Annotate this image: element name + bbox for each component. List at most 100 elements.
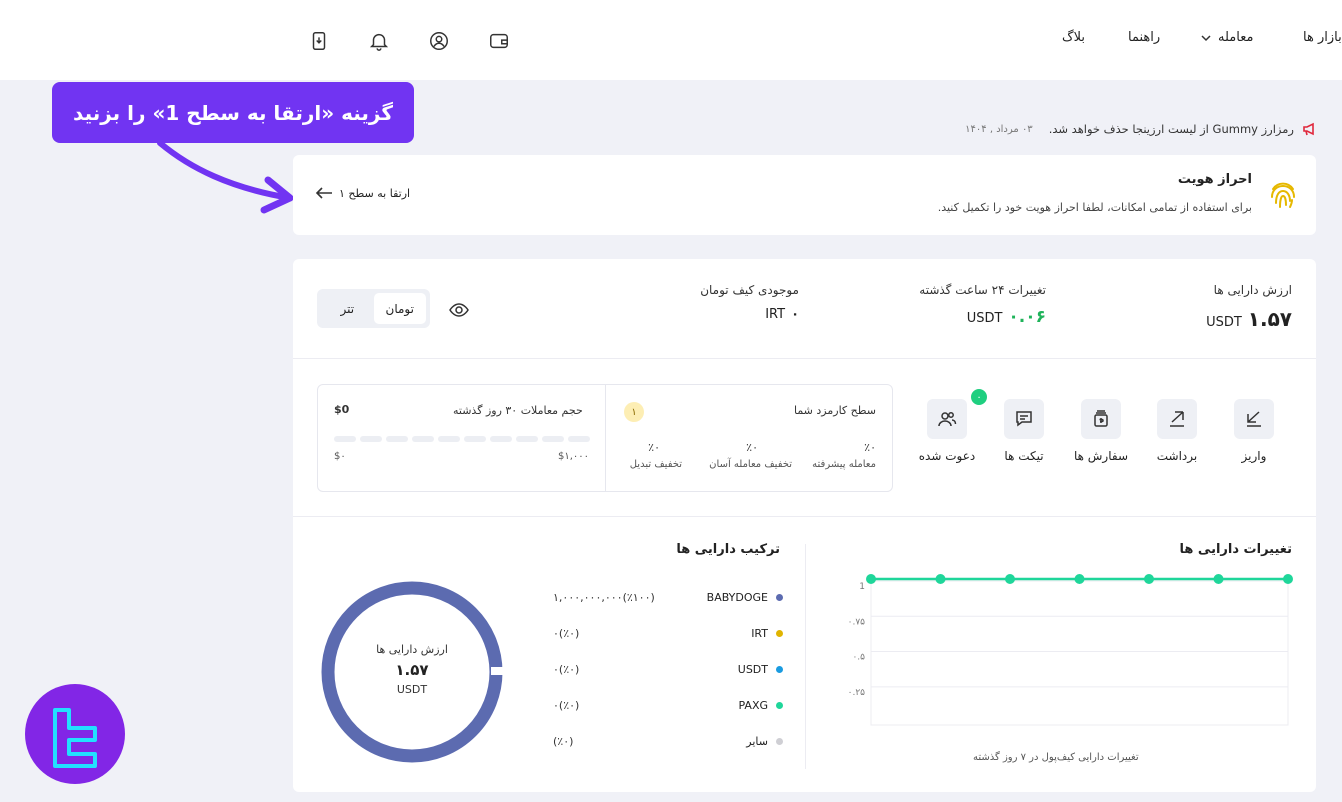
fingerprint-icon <box>1271 182 1295 208</box>
change-24h-stat: تغییرات ۲۴ ساعت گذشته ۰.۰۶ USDT <box>919 283 1046 327</box>
legend-item: (٪۰) سایر <box>553 735 783 751</box>
identity-verification-card: احراز هویت برای استفاده از تمامی امکانات… <box>293 155 1316 235</box>
user-profile-icon[interactable] <box>428 30 450 52</box>
invited-label: دعوت شده <box>918 449 976 463</box>
kyc-description: برای استفاده از تمامی امکانات، لطفا احرا… <box>937 201 1252 214</box>
composition-title: ترکیب دارایی ها <box>676 542 780 557</box>
invited-action[interactable]: ۰ دعوت شده <box>917 387 989 463</box>
dashboard-main-card: ارزش دارایی ها ۱.۵۷ USDT تغییرات ۲۴ ساعت… <box>293 259 1316 792</box>
fee-level-badge: ۱ <box>624 402 644 422</box>
y-tick-label: ۰.۷۵ <box>848 617 866 627</box>
advanced-pct: ٪۰ <box>864 441 876 454</box>
volume-min: $۰ <box>334 451 346 462</box>
announcement-date: ۰۳ مرداد , ۱۴۰۴ <box>965 123 1033 135</box>
legend-item-value: ۰(٪۰) <box>553 699 580 712</box>
legend-item-value: ۱,۰۰۰,۰۰۰,۰۰۰(٪۱۰۰) <box>553 591 655 604</box>
chevron-down-icon <box>1201 34 1211 41</box>
divider <box>293 516 1316 517</box>
arrow-left-icon <box>315 187 332 199</box>
data-point[interactable] <box>1213 574 1224 584</box>
toman-wallet-label: موجودی کیف تومان <box>700 283 799 297</box>
upgrade-level-button[interactable]: ارتقا به سطح ۱ <box>315 186 410 200</box>
data-point[interactable] <box>1144 574 1154 584</box>
notification-bell-icon[interactable] <box>368 30 390 52</box>
legend-item-name: IRT <box>751 627 783 640</box>
asset-unit: USDT <box>1206 315 1242 330</box>
withdraw-icon <box>1170 411 1184 427</box>
data-point[interactable] <box>866 574 876 584</box>
nav-markets[interactable]: بازار ها <box>1303 30 1342 45</box>
orders-label: سفارش ها <box>1073 449 1129 463</box>
orders-icon <box>1094 410 1108 427</box>
announcement-text: رمزارز Gummy از لیست ارزینجا حذف خواهد ش… <box>1048 122 1294 136</box>
legend-item-name: PAXG <box>738 699 783 712</box>
legend-item-label: IRT <box>751 627 768 640</box>
legend-dot <box>776 594 783 601</box>
divider <box>293 358 1316 359</box>
legend-item-value: (٪۰) <box>553 735 574 748</box>
toggle-tether[interactable]: تتر <box>321 293 374 324</box>
y-tick-label: ۰.۲۵ <box>848 688 866 698</box>
volume-label: حجم معاملات ۳۰ روز گذشته <box>453 404 583 417</box>
y-tick-label: 1 <box>859 582 865 592</box>
easy-trade-fee: ٪۰ تخفیف معامله آسان <box>702 441 792 470</box>
nav-trade-label: معامله <box>1218 30 1254 45</box>
legend-dot <box>776 666 783 673</box>
asset-value-stat: ارزش دارایی ها ۱.۵۷ USDT <box>1206 283 1292 331</box>
legend-item-label: PAXG <box>738 699 768 712</box>
withdraw-action[interactable]: برداشت <box>1147 399 1207 463</box>
nav-blog[interactable]: بلاگ <box>1062 30 1085 45</box>
nav-trade[interactable]: معامله <box>1200 30 1253 45</box>
fee-box-divider <box>605 385 606 491</box>
toman-wallet-value: ۰ <box>791 307 799 322</box>
tickets-action[interactable]: تیکت ها <box>994 399 1054 463</box>
eye-icon[interactable] <box>449 300 469 320</box>
advanced-label: معامله پیشرفته <box>812 459 876 470</box>
data-point[interactable] <box>1283 574 1293 584</box>
logo-mark-icon <box>53 708 97 768</box>
announcement-bar[interactable]: رمزارز Gummy از لیست ارزینجا حذف خواهد ش… <box>965 121 1318 137</box>
callout-arrow <box>157 140 294 214</box>
legend-item-value: ۰(٪۰) <box>553 663 580 676</box>
brand-logo <box>25 684 125 784</box>
currency-toggle: تومان تتر <box>317 289 430 328</box>
app-download-icon[interactable] <box>308 30 330 52</box>
deposit-label: واریز <box>1241 449 1267 463</box>
legend-item-label: سایر <box>746 735 768 748</box>
deposit-action[interactable]: واریز <box>1224 399 1284 463</box>
legend-dot <box>776 630 783 637</box>
wallet-icon[interactable] <box>488 30 510 52</box>
legend-dot <box>776 702 783 709</box>
volume-max: $۱,۰۰۰ <box>558 451 590 462</box>
nav-guide[interactable]: راهنما <box>1128 30 1160 45</box>
donut-value: ۱.۵۷ <box>395 661 429 679</box>
data-point[interactable] <box>1005 574 1015 584</box>
legend-item-label: BABYDOGE <box>706 591 768 604</box>
legend-dot <box>776 738 783 745</box>
y-tick-label: ۰.۵ <box>852 653 865 663</box>
top-navbar: بازار ها معامله راهنما بلاگ <box>0 0 1342 80</box>
advanced-trade-fee: ٪۰ معامله پیشرفته <box>806 441 876 470</box>
legend-item: ۱,۰۰۰,۰۰۰,۰۰۰(٪۱۰۰) BABYDOGE <box>553 591 783 607</box>
composition-donut: ارزش دارایی ها ۱.۵۷ USDT <box>321 581 505 763</box>
megaphone-icon <box>1303 122 1314 136</box>
asset-changes-title: تغییرات دارایی ها <box>1179 542 1293 557</box>
change-24h-value: ۰.۰۶ <box>1008 307 1046 327</box>
tutorial-callout: گزینه «ارتقا به سطح 1» را بزنید <box>52 82 414 143</box>
legend-item-name: BABYDOGE <box>707 591 783 604</box>
volume-value: $0 <box>334 403 350 416</box>
data-point[interactable] <box>935 574 946 584</box>
change-24h-unit: USDT <box>966 311 1003 326</box>
legend-item: ۰(٪۰) PAXG <box>553 699 783 715</box>
data-point[interactable] <box>1074 574 1085 584</box>
easy-pct: ٪۰ <box>746 441 758 454</box>
easy-label: تخفیف معامله آسان <box>709 459 792 470</box>
withdraw-label: برداشت <box>1156 449 1198 463</box>
toggle-toman[interactable]: تومان <box>373 293 426 324</box>
change-24h-label: تغییرات ۲۴ ساعت گذشته <box>919 283 1046 297</box>
orders-action[interactable]: سفارش ها <box>1071 399 1131 463</box>
toman-wallet-unit: IRT <box>765 307 786 322</box>
convert-fee: ٪۰ تخفیف تبدیل <box>620 441 682 470</box>
upgrade-label: ارتقا به سطح ۱ <box>339 186 411 200</box>
convert-label: تخفیف تبدیل <box>629 459 682 470</box>
